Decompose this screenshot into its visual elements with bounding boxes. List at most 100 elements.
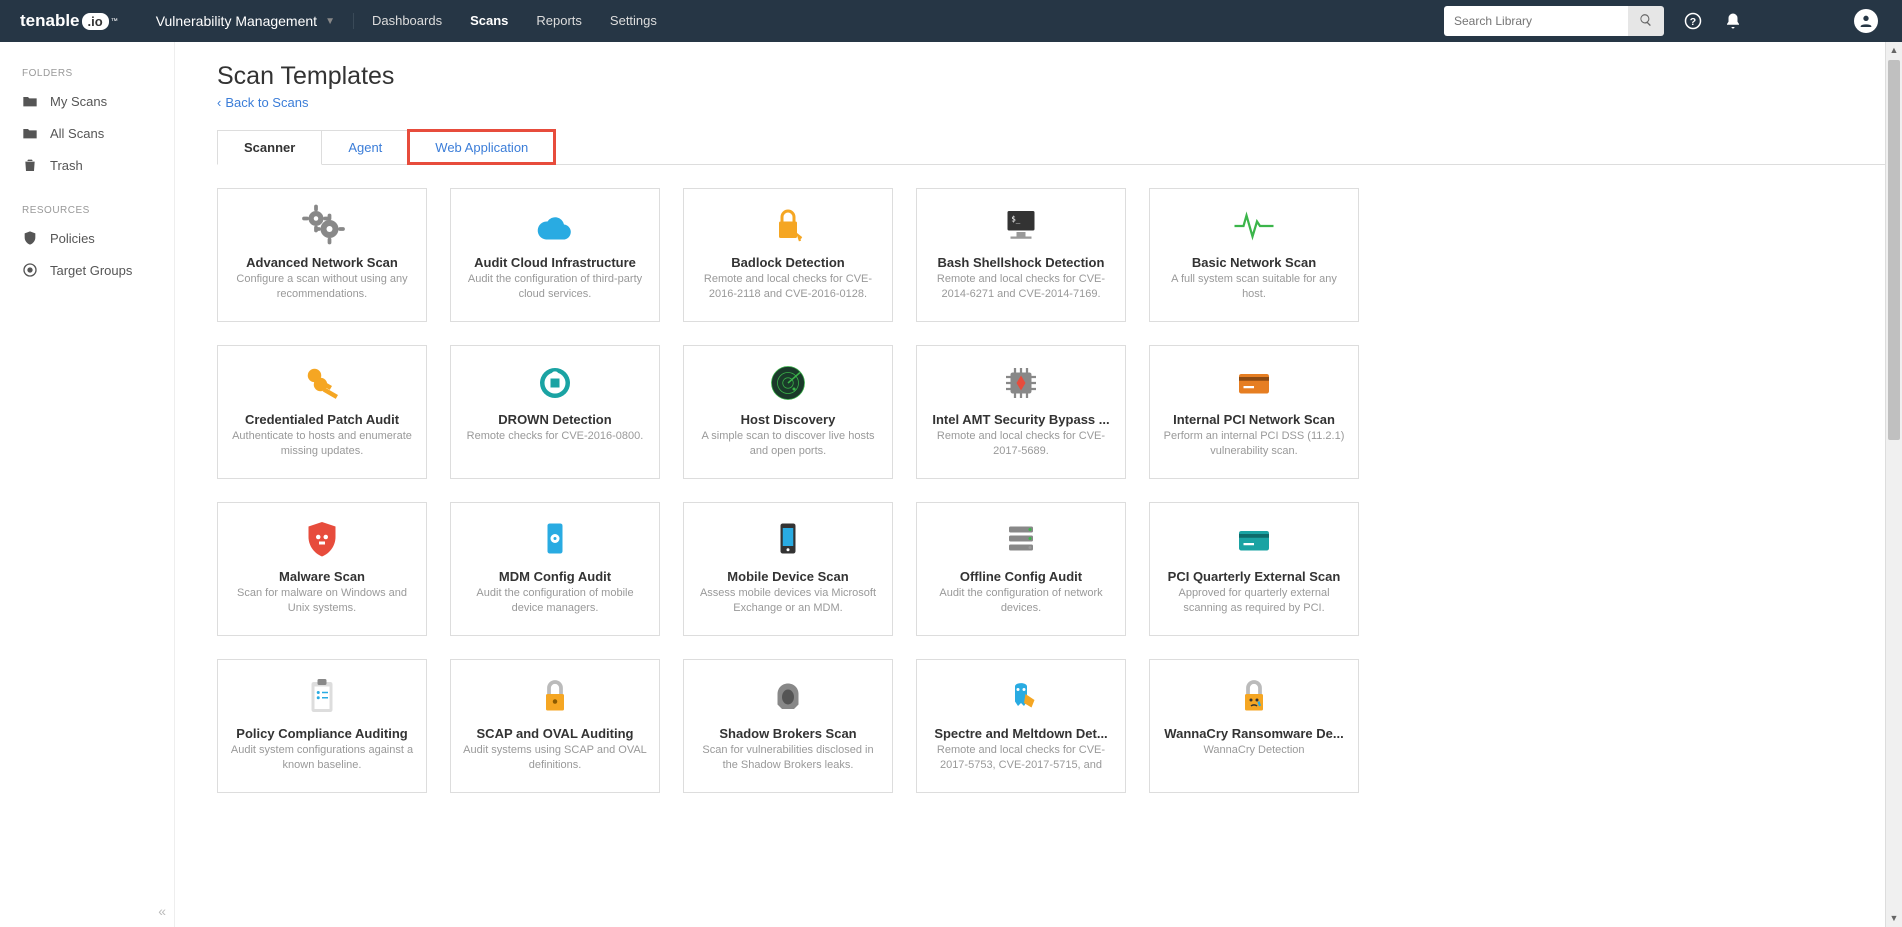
template-card[interactable]: Intel AMT Security Bypass ...Remote and …: [916, 345, 1126, 479]
sidebar-item-target-groups[interactable]: Target Groups: [0, 254, 174, 286]
bell-icon[interactable]: [1724, 12, 1742, 30]
svg-text:?: ?: [1690, 16, 1696, 28]
template-card[interactable]: Badlock Detection Remote and local checks…: [683, 188, 893, 322]
gears-icon: [298, 201, 346, 251]
template-tabs: Scanner Agent Web Application: [217, 130, 1902, 165]
template-card[interactable]: Mobile Device Scan Assess mobile devices …: [683, 502, 893, 636]
template-card[interactable]: PCI Quarterly External ScanApproved for …: [1149, 502, 1359, 636]
search-container: [1444, 6, 1664, 36]
scroll-down-icon[interactable]: ▼: [1886, 910, 1902, 927]
template-card[interactable]: Spectre and Meltdown Det...Remote and lo…: [916, 659, 1126, 793]
back-to-scans-link[interactable]: ‹ Back to Scans: [217, 95, 308, 110]
nav-icons: ?: [1684, 9, 1902, 33]
search-button[interactable]: [1628, 6, 1664, 36]
template-desc: Scan for malware on Windows and Unix sys…: [230, 586, 414, 616]
template-title: Host Discovery: [696, 412, 880, 427]
template-title: Credentialed Patch Audit: [230, 412, 414, 427]
template-title: Bash Shellshock Detection: [929, 255, 1113, 270]
template-card[interactable]: Internal PCI Network ScanPerform an inte…: [1149, 345, 1359, 479]
template-title: Shadow Brokers Scan: [696, 726, 880, 741]
servers-off-icon: [997, 515, 1045, 565]
nav-dashboards[interactable]: Dashboards: [358, 0, 456, 42]
template-desc: Configure a scan without using any recom…: [230, 272, 414, 302]
template-card[interactable]: Offline Config AuditAudit the configurat…: [916, 502, 1126, 636]
template-desc: Audit the configuration of mobile device…: [463, 586, 647, 616]
template-card[interactable]: $_Bash Shellshock DetectionRemote and lo…: [916, 188, 1126, 322]
scroll-up-icon[interactable]: ▲: [1886, 42, 1902, 59]
phone-icon: [764, 515, 812, 565]
sidebar-item-trash[interactable]: Trash: [0, 149, 174, 181]
svg-text:$_: $_: [1011, 215, 1021, 224]
template-desc: Remote and local checks for CVE-2016-211…: [696, 272, 880, 302]
nav-settings[interactable]: Settings: [596, 0, 671, 42]
template-desc: Remote checks for CVE-2016-0800.: [467, 429, 644, 444]
template-title: Spectre and Meltdown Det...: [929, 726, 1113, 741]
template-title: SCAP and OVAL Auditing: [463, 726, 647, 741]
template-title: Mobile Device Scan: [696, 569, 880, 584]
template-title: Policy Compliance Auditing: [230, 726, 414, 741]
template-title: Audit Cloud Infrastructure: [463, 255, 647, 270]
nav-reports[interactable]: Reports: [522, 0, 596, 42]
pulse-icon: [1230, 201, 1278, 251]
template-desc: Perform an internal PCI DSS (11.2.1) vul…: [1162, 429, 1346, 459]
template-card[interactable]: Basic Network ScanA full system scan sui…: [1149, 188, 1359, 322]
scrollbar-thumb[interactable]: [1888, 60, 1900, 440]
template-card[interactable]: WannaCry Ransomware De... WannaCry Detect…: [1149, 659, 1359, 793]
keys-icon: [298, 358, 346, 408]
template-title: PCI Quarterly External Scan: [1162, 569, 1346, 584]
template-desc: Audit system configurations against a kn…: [230, 743, 414, 773]
profile-menu[interactable]: [1854, 9, 1878, 33]
template-desc: Remote and local checks for CVE-2017-568…: [929, 429, 1113, 459]
template-desc: Audit the configuration of third-party c…: [463, 272, 647, 302]
template-card[interactable]: Credentialed Patch AuditAuthenticate to …: [217, 345, 427, 479]
nav-scans[interactable]: Scans: [456, 0, 522, 42]
template-card[interactable]: SCAP and OVAL AuditingAudit systems usin…: [450, 659, 660, 793]
main-content: Scan Templates ‹ Back to Scans Scanner A…: [175, 42, 1902, 927]
template-desc: Scan for vulnerabilities disclosed in th…: [696, 743, 880, 773]
template-card[interactable]: DROWN DetectionRemote checks for CVE-201…: [450, 345, 660, 479]
lock-gold-icon: [531, 672, 579, 722]
sidebar-header-resources: RESOURCES: [0, 199, 174, 222]
template-title: Advanced Network Scan: [230, 255, 414, 270]
template-desc: Audit the configuration of network devic…: [929, 586, 1113, 616]
folder-icon: [22, 93, 38, 109]
sidebar-item-all-scans[interactable]: All Scans: [0, 117, 174, 149]
template-desc: WannaCry Detection: [1203, 743, 1304, 758]
tab-scanner[interactable]: Scanner: [217, 130, 322, 165]
template-title: Badlock Detection: [696, 255, 880, 270]
collapse-sidebar-icon[interactable]: «: [158, 903, 166, 919]
app-switcher[interactable]: Vulnerability Management ▼: [138, 13, 354, 29]
template-card[interactable]: Shadow Brokers Scan Scan for vulnerabilit…: [683, 659, 893, 793]
tab-agent[interactable]: Agent: [321, 130, 409, 164]
template-card[interactable]: MDM Config Audit Audit the configuration …: [450, 502, 660, 636]
shadow-icon: [764, 672, 812, 722]
clipboard-icon: [298, 672, 346, 722]
help-icon[interactable]: ?: [1684, 12, 1702, 30]
scrollbar[interactable]: ▲ ▼: [1885, 42, 1902, 927]
template-card[interactable]: Audit Cloud Infrastructure Audit the conf…: [450, 188, 660, 322]
sidebar-header-folders: FOLDERS: [0, 62, 174, 85]
sidebar-item-policies[interactable]: Policies: [0, 222, 174, 254]
tab-web-application[interactable]: Web Application: [408, 130, 555, 164]
cpu-icon: [997, 358, 1045, 408]
template-grid: Advanced Network Scan Configure a scan wi…: [217, 188, 1902, 793]
template-card[interactable]: Policy Compliance Auditing Audit system c…: [217, 659, 427, 793]
template-card[interactable]: Advanced Network Scan Configure a scan wi…: [217, 188, 427, 322]
template-desc: Assess mobile devices via Microsoft Exch…: [696, 586, 880, 616]
template-title: WannaCry Ransomware De...: [1162, 726, 1346, 741]
search-icon: [1639, 13, 1653, 27]
template-title: MDM Config Audit: [463, 569, 647, 584]
target-icon: [22, 262, 38, 278]
spectre-icon: [997, 672, 1045, 722]
terminal-icon: $_: [997, 201, 1045, 251]
folder-icon: [22, 125, 38, 141]
page-title: Scan Templates: [217, 62, 1902, 91]
template-card[interactable]: Host DiscoveryA simple scan to discover …: [683, 345, 893, 479]
brand-logo[interactable]: tenable.io™: [0, 11, 138, 31]
radar-icon: [764, 358, 812, 408]
sidebar-item-my-scans[interactable]: My Scans: [0, 85, 174, 117]
chevron-left-icon: ‹: [217, 95, 221, 110]
badlock-icon: [764, 201, 812, 251]
template-card[interactable]: Malware ScanScan for malware on Windows …: [217, 502, 427, 636]
search-input[interactable]: [1444, 6, 1628, 36]
